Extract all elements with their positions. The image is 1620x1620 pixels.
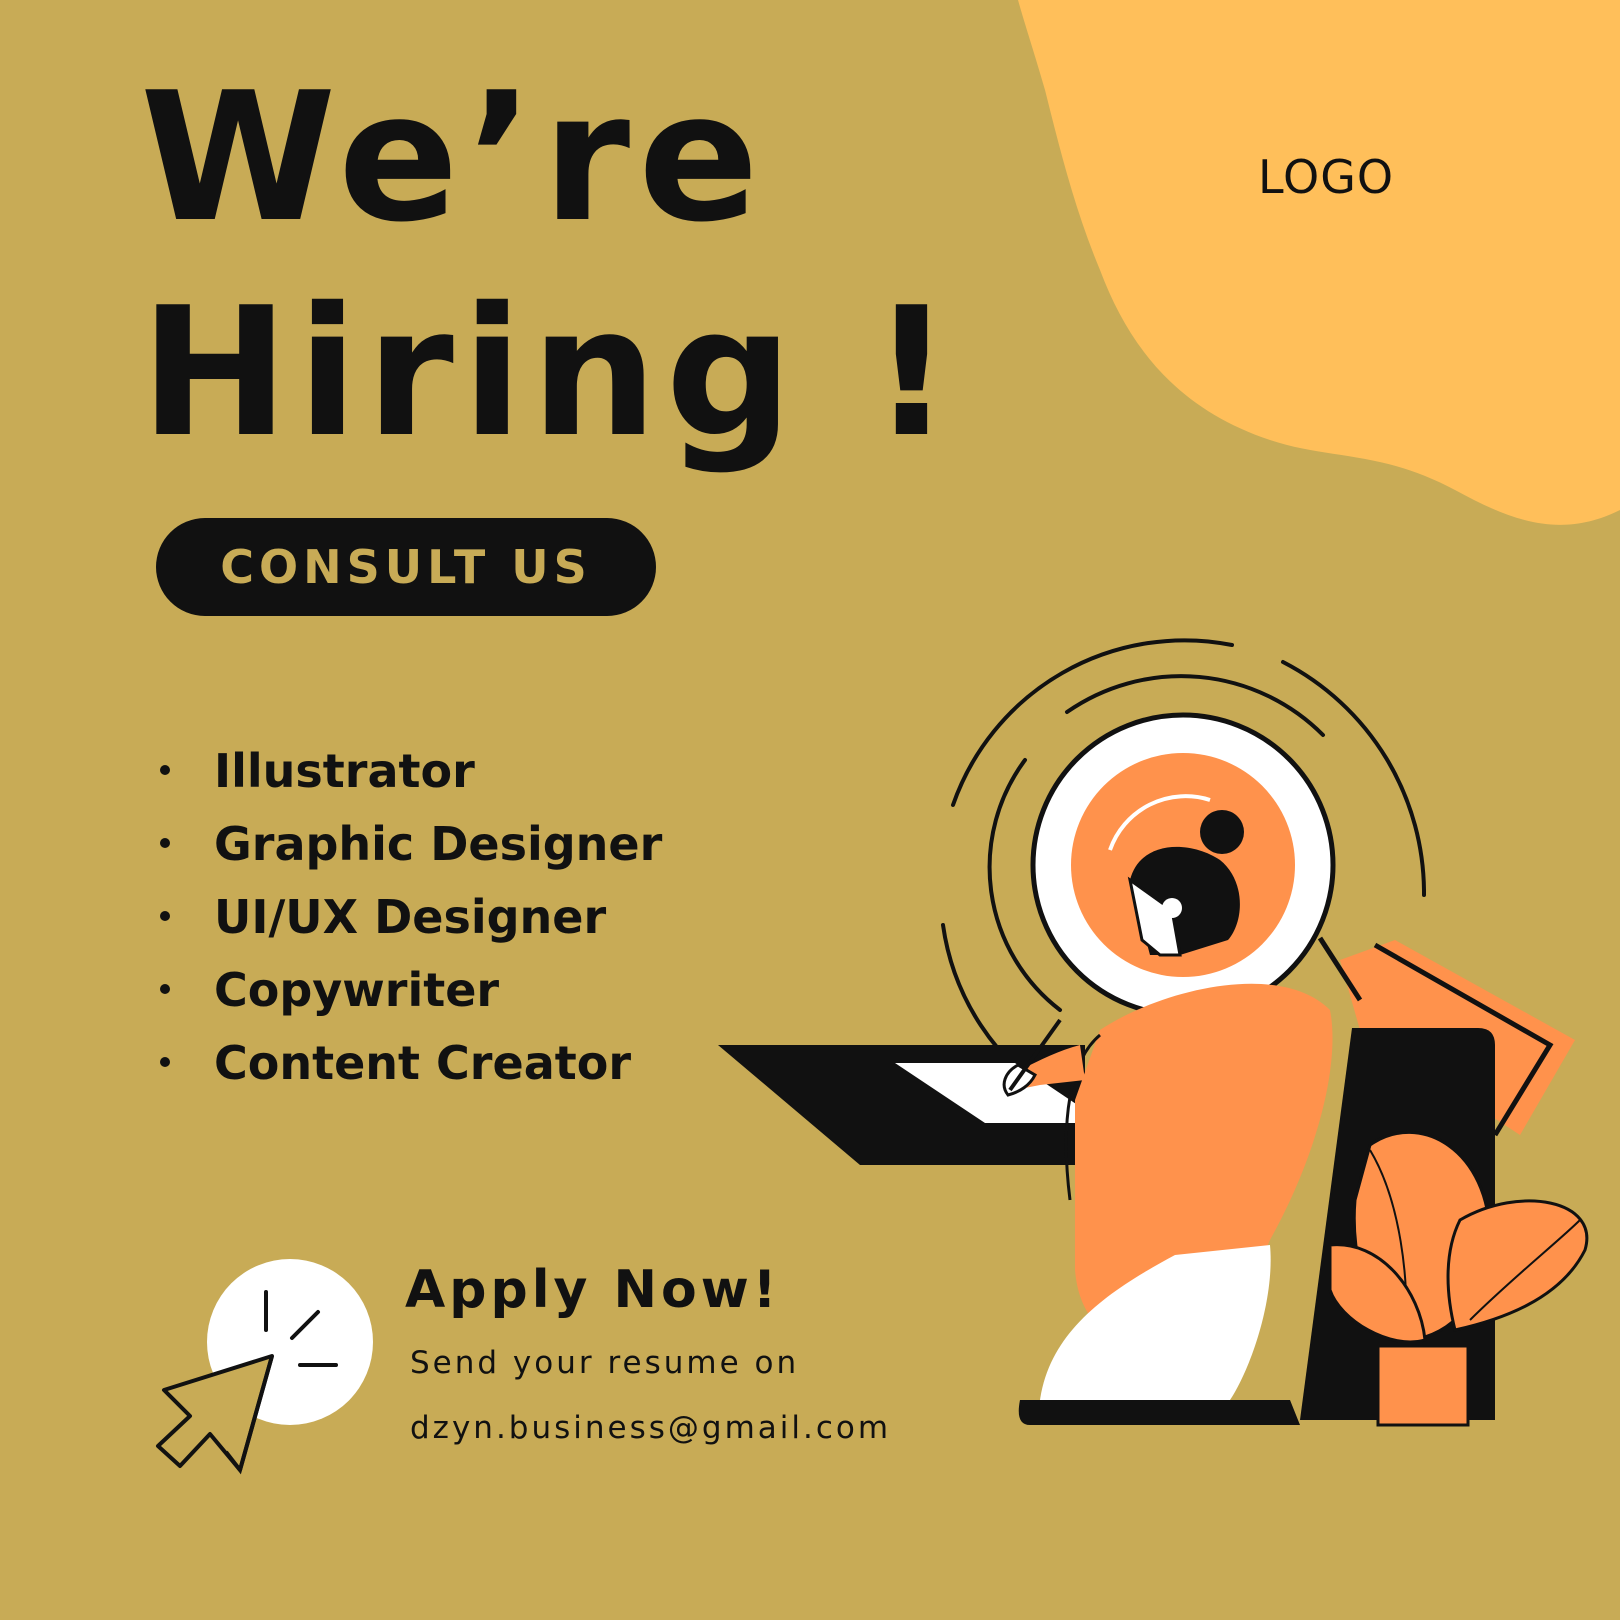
- role-label: Copywriter: [214, 963, 500, 1017]
- role-label: Illustrator: [214, 744, 475, 798]
- consult-us-label: CONSULT US: [220, 540, 592, 594]
- role-item: UI/UX Designer: [150, 881, 662, 954]
- role-item: Content Creator: [150, 1027, 662, 1100]
- bullet-icon: [160, 765, 170, 775]
- bullet-icon: [160, 984, 170, 994]
- bullet-icon: [160, 1057, 170, 1067]
- role-item: Graphic Designer: [150, 808, 662, 881]
- logo[interactable]: LOGO: [1258, 150, 1394, 204]
- role-item: Copywriter: [150, 954, 662, 1027]
- bullet-icon: [160, 838, 170, 848]
- headline-line-2: Hiring !: [140, 269, 961, 476]
- headline-line-1: We’re: [140, 54, 767, 261]
- bullet-icon: [160, 911, 170, 921]
- apply-now-title: Apply Now!: [405, 1260, 781, 1320]
- role-label: UI/UX Designer: [214, 890, 607, 944]
- role-item: Illustrator: [150, 735, 662, 808]
- roles-list: Illustrator Graphic Designer UI/UX Desig…: [150, 735, 662, 1100]
- role-label: Graphic Designer: [214, 817, 663, 871]
- role-label: Content Creator: [214, 1036, 632, 1090]
- headline: We’re Hiring !: [140, 50, 960, 480]
- consult-us-button[interactable]: CONSULT US: [156, 518, 656, 616]
- apply-instructions: Send your resume on: [410, 1345, 800, 1381]
- apply-email-link[interactable]: dzyn.business@gmail.com: [410, 1410, 891, 1446]
